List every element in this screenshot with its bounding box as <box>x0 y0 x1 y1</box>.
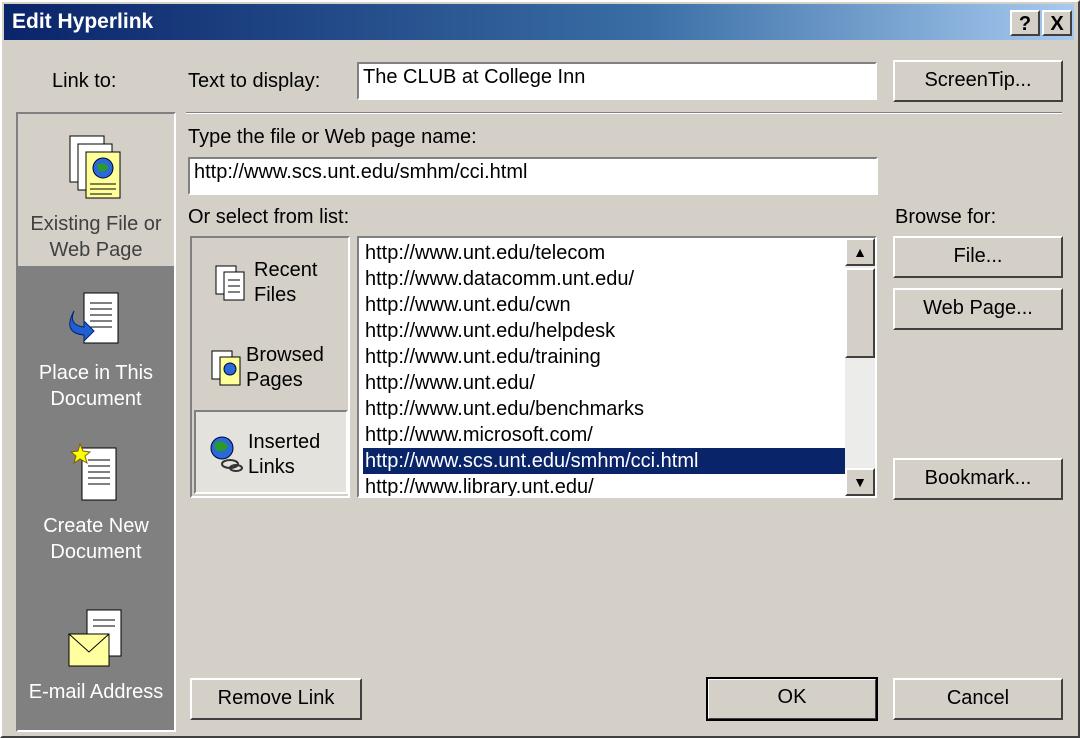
source-label-2: Pages <box>246 369 303 391</box>
sidebar-item-label: Existing File or <box>30 213 162 235</box>
remove-link-button[interactable]: Remove Link <box>190 678 362 720</box>
scroll-thumb[interactable] <box>845 268 875 358</box>
list-scrollbar[interactable]: ▲ ▼ <box>845 238 875 496</box>
link-to-label: Link to: <box>52 70 117 92</box>
edit-hyperlink-dialog: Edit Hyperlink ? X Link to: Existing Fil… <box>0 0 1080 738</box>
source-inserted-links[interactable]: Inserted Links <box>194 410 348 494</box>
bookmark-button[interactable]: Bookmark... <box>893 458 1063 500</box>
browse-for-label: Browse for: <box>895 206 997 228</box>
separator <box>186 112 1062 114</box>
list-item[interactable]: http://www.datacomm.unt.edu/ <box>363 266 845 292</box>
source-label: Browsed <box>246 344 324 366</box>
source-label-2: Files <box>254 284 297 306</box>
text-to-display-input[interactable]: The CLUB at College Inn <box>357 62 877 100</box>
browse-file-button[interactable]: File... <box>893 236 1063 278</box>
source-browsed-pages[interactable]: Browsed Pages <box>196 341 346 397</box>
cancel-button[interactable]: Cancel <box>893 678 1063 720</box>
list-item-selected[interactable]: http://www.scs.unt.edu/smhm/cci.html <box>362 447 846 475</box>
sidebar-item-label: Create New <box>43 515 149 537</box>
existing-file-icon <box>69 135 121 199</box>
scroll-up-arrow-icon[interactable]: ▲ <box>845 238 875 266</box>
select-from-list-label: Or select from list: <box>188 206 350 228</box>
place-in-document-icon <box>69 292 119 344</box>
browsed-pages-icon <box>211 350 241 386</box>
create-new-document-icon <box>69 442 117 501</box>
list-source-bar: Recent Files Browsed Pages Inserted Link… <box>190 236 350 498</box>
text-to-display-label: Text to display: <box>188 70 321 92</box>
list-item[interactable]: http://www.microsoft.com/ <box>363 422 845 448</box>
source-recent-files[interactable]: Recent Files <box>196 256 346 312</box>
list-item[interactable]: http://www.unt.edu/telecom <box>363 240 845 266</box>
browse-web-page-button[interactable]: Web Page... <box>893 288 1063 330</box>
email-address-icon <box>68 609 122 667</box>
sidebar-item-create-new-document[interactable]: Create New Document <box>18 442 174 563</box>
list-item[interactable]: http://www.unt.edu/cwn <box>363 292 845 318</box>
list-item[interactable]: http://www.unt.edu/benchmarks <box>363 396 845 422</box>
ok-button[interactable]: OK <box>706 677 878 721</box>
screentip-button[interactable]: ScreenTip... <box>893 60 1063 102</box>
dialog-title: Edit Hyperlink <box>12 10 154 33</box>
sidebar-item-label-2: Web Page <box>49 239 143 261</box>
list-item[interactable]: http://www.unt.edu/training <box>363 344 845 370</box>
sidebar-item-label: E-mail Address <box>28 681 164 703</box>
sidebar-item-place-in-document[interactable]: Place in This Document <box>18 289 174 410</box>
close-button[interactable]: X <box>1042 10 1072 36</box>
list-item[interactable]: http://www.unt.edu/helpdesk <box>363 318 845 344</box>
sidebar-item-email-address[interactable]: E-mail Address <box>18 608 174 708</box>
sidebar-item-existing-file[interactable]: Existing File or Web Page <box>18 114 174 266</box>
title-bar[interactable]: Edit Hyperlink ? X <box>4 4 1074 40</box>
link-list[interactable]: http://www.unt.edu/telecom http://www.da… <box>357 236 877 498</box>
source-label-2: Links <box>248 456 295 478</box>
sidebar-item-label-2: Document <box>50 388 142 410</box>
file-name-label: Type the file or Web page name: <box>188 126 477 148</box>
inserted-links-icon <box>210 436 243 472</box>
recent-files-icon <box>215 265 245 301</box>
file-address-input[interactable]: http://www.scs.unt.edu/smhm/cci.html <box>188 157 878 195</box>
source-label: Recent <box>254 259 318 281</box>
scroll-down-arrow-icon[interactable]: ▼ <box>845 468 875 496</box>
link-to-sidebar: Existing File or Web Page Place in This … <box>16 112 176 732</box>
sidebar-item-label: Place in This <box>38 362 154 384</box>
list-item[interactable]: http://www.library.unt.edu/ <box>363 474 845 496</box>
list-item[interactable]: http://www.unt.edu/ <box>363 370 845 396</box>
source-label: Inserted <box>248 431 321 453</box>
help-button[interactable]: ? <box>1010 10 1040 36</box>
sidebar-item-label-2: Document <box>50 541 142 563</box>
